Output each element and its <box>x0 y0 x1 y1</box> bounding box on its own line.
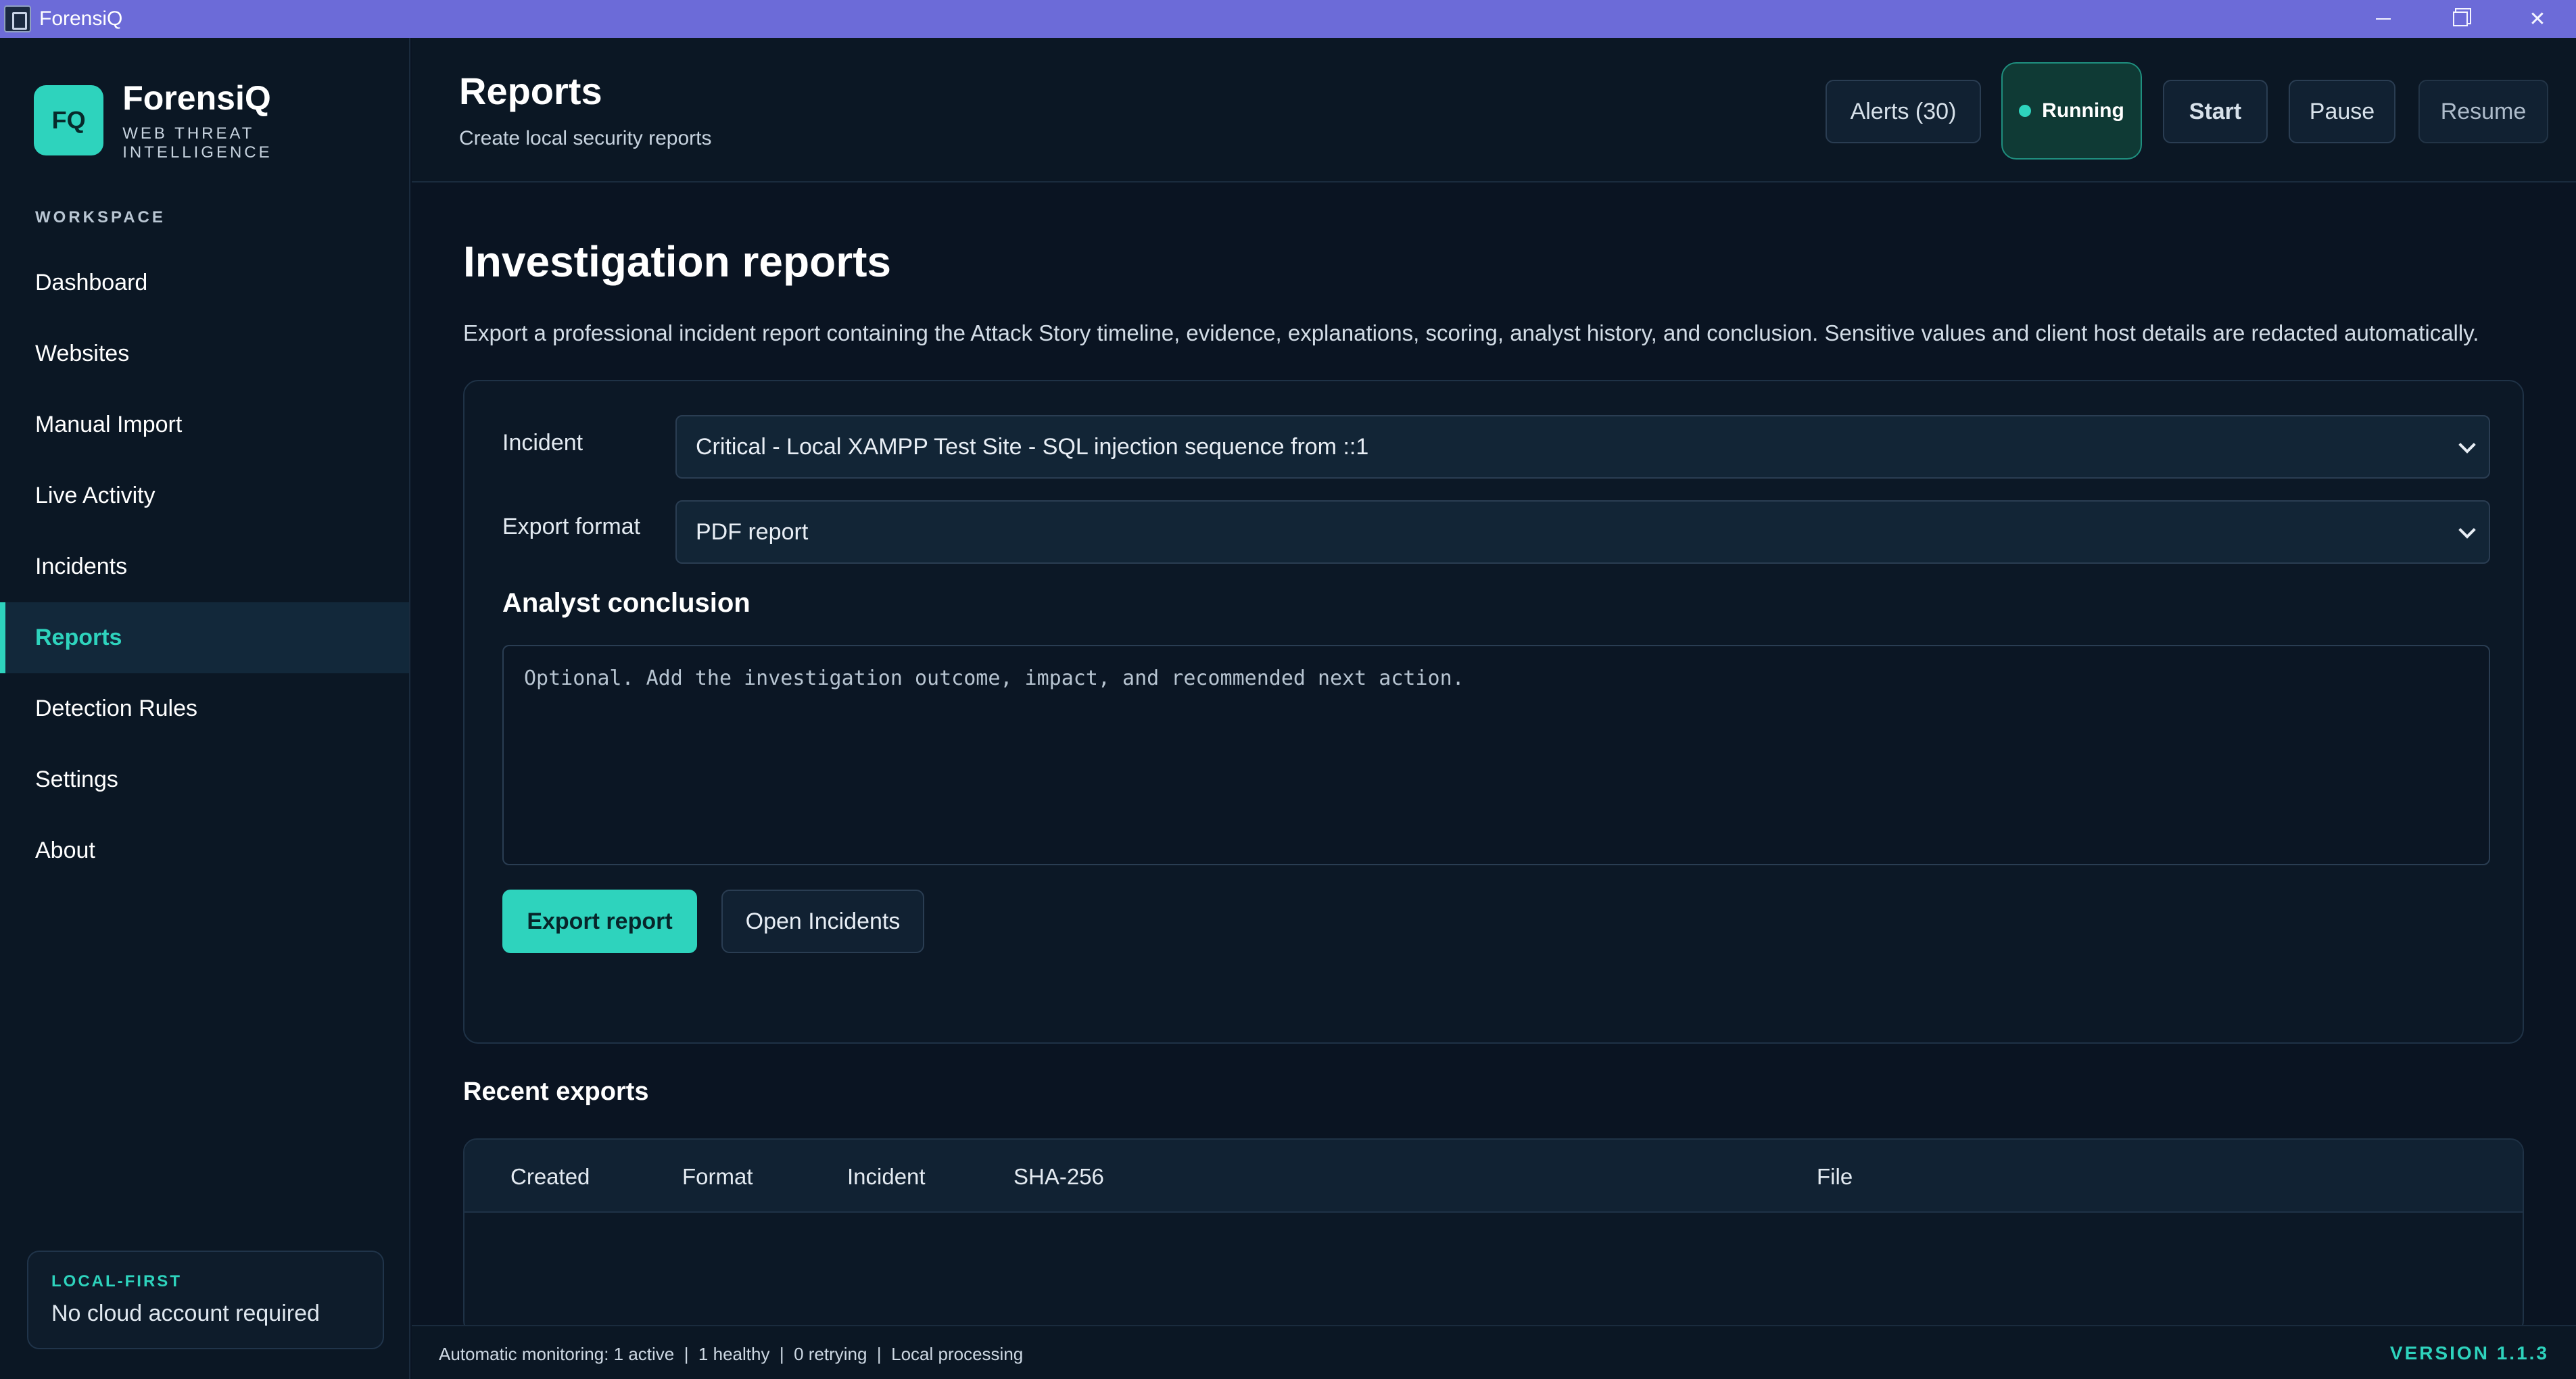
incident-select[interactable]: Critical - Local XAMPP Test Site - SQL i… <box>675 415 2490 479</box>
sidebar-item-websites[interactable]: Websites <box>0 318 409 389</box>
export-format-label: Export format <box>502 514 641 539</box>
sidebar-nav: Dashboard Websites Manual Import Live Ac… <box>0 247 409 886</box>
incident-select-value: Critical - Local XAMPP Test Site - SQL i… <box>696 433 1369 460</box>
column-header-incident[interactable]: Incident <box>847 1164 926 1190</box>
brand-name: ForensiQ <box>122 79 271 117</box>
brand-text: ForensiQ WEB THREAT INTELLIGENCE <box>122 78 409 162</box>
sidebar-item-manual-import[interactable]: Manual Import <box>0 389 409 460</box>
minimize-icon[interactable] <box>2345 0 2422 38</box>
column-header-format[interactable]: Format <box>682 1164 753 1190</box>
pause-button[interactable]: Pause <box>2289 80 2395 143</box>
status-bar: Automatic monitoring: 1 active | 1 healt… <box>412 1325 2576 1379</box>
sidebar-section-label: WORKSPACE <box>35 208 166 226</box>
status-dot-icon <box>2019 105 2032 117</box>
sidebar-item-reports[interactable]: Reports <box>0 602 409 673</box>
running-status-label: Running <box>2042 99 2124 122</box>
chevron-down-icon <box>2455 435 2479 460</box>
table-header: Created Format Incident SHA-256 File <box>464 1140 2523 1213</box>
section-title: Investigation reports <box>463 237 891 286</box>
brand-tagline: WEB THREAT INTELLIGENCE <box>122 124 272 162</box>
column-header-file[interactable]: File <box>1817 1164 1853 1190</box>
app-icon <box>4 5 31 32</box>
page-header: Reports Create local security reports Al… <box>412 38 2576 183</box>
page-title: Reports <box>459 70 602 112</box>
alerts-button[interactable]: Alerts (30) <box>1826 80 1981 143</box>
window-controls: ✕ <box>2345 0 2576 38</box>
local-first-card: LOCAL-FIRST No cloud account required <box>27 1251 384 1349</box>
section-description: Export a professional incident report co… <box>463 320 2479 345</box>
sidebar-item-settings[interactable]: Settings <box>0 744 409 815</box>
sidebar-item-live-activity[interactable]: Live Activity <box>0 460 409 531</box>
sidebar-item-about[interactable]: About <box>0 815 409 886</box>
brand-logo: FQ <box>34 85 104 155</box>
resume-button[interactable]: Resume <box>2418 80 2548 143</box>
running-status-button[interactable]: Running <box>2001 62 2142 160</box>
local-first-text: No cloud account required <box>51 1301 320 1326</box>
export-report-button[interactable]: Export report <box>502 890 697 953</box>
version-label: VERSION 1.1.3 <box>2389 1342 2549 1363</box>
sidebar-item-detection-rules[interactable]: Detection Rules <box>0 673 409 744</box>
column-header-sha256[interactable]: SHA-256 <box>1013 1164 1104 1190</box>
window-titlebar: ForensiQ ✕ <box>0 0 2576 38</box>
monitoring-status: Automatic monitoring: 1 active | 1 healt… <box>439 1344 1024 1364</box>
recent-exports-table: Created Format Incident SHA-256 File <box>463 1138 2524 1334</box>
export-format-select[interactable]: PDF report <box>675 500 2490 564</box>
recent-exports-title: Recent exports <box>463 1078 649 1106</box>
local-first-label: LOCAL-FIRST <box>51 1272 182 1290</box>
report-form-panel: Incident Critical - Local XAMPP Test Sit… <box>463 380 2524 1044</box>
page-subtitle: Create local security reports <box>459 127 712 149</box>
close-icon[interactable]: ✕ <box>2499 0 2576 38</box>
column-header-created[interactable]: Created <box>510 1164 590 1190</box>
sidebar: FQ ForensiQ WEB THREAT INTELLIGENCE WORK… <box>0 38 410 1379</box>
incident-label: Incident <box>502 430 583 456</box>
sidebar-item-dashboard[interactable]: Dashboard <box>0 247 409 318</box>
analyst-conclusion-textarea[interactable]: Optional. Add the investigation outcome,… <box>502 645 2490 865</box>
export-format-value: PDF report <box>696 518 809 545</box>
open-incidents-button[interactable]: Open Incidents <box>721 890 924 953</box>
sidebar-item-incidents[interactable]: Incidents <box>0 531 409 602</box>
brand: FQ ForensiQ WEB THREAT INTELLIGENCE <box>34 78 409 162</box>
maximize-icon[interactable] <box>2422 0 2499 38</box>
analyst-conclusion-heading: Analyst conclusion <box>502 588 750 618</box>
window-title: ForensiQ <box>39 7 123 30</box>
chevron-down-icon <box>2455 521 2479 545</box>
start-button[interactable]: Start <box>2163 80 2268 143</box>
main-content: Investigation reports Export a professio… <box>412 183 2576 1334</box>
